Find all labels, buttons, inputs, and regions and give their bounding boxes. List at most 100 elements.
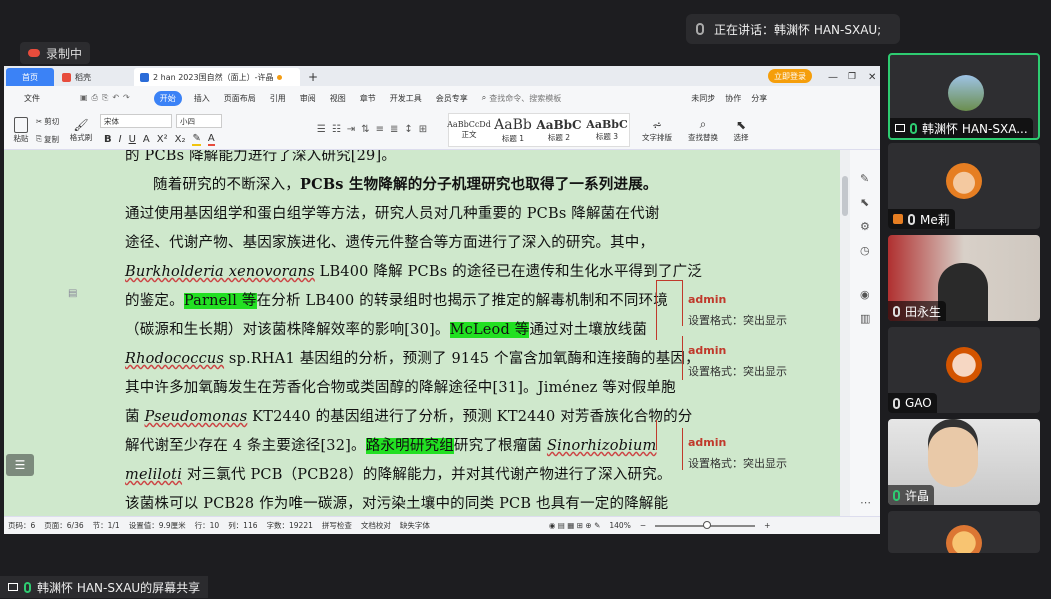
comment-author[interactable]: admin xyxy=(688,293,726,306)
document-page[interactable]: 的 PCBs 降解能力进行了深入研究[29]。 随着研究的不断深入，PCBs 生… xyxy=(112,150,762,516)
view-mode-icons[interactable]: ◉ ▤ ▦ ⊞ ⊕ ✎ xyxy=(549,521,601,530)
login-label: 立即登录 xyxy=(774,71,806,81)
bullets-icon: ☰ xyxy=(316,123,326,135)
user-badge-icon xyxy=(893,214,903,224)
more-icon[interactable]: ⋯ xyxy=(860,496,871,509)
tab-wps[interactable]: 稻壳 xyxy=(56,68,128,86)
zoom-slider[interactable] xyxy=(655,520,756,529)
style-heading2[interactable]: AaBbC 标题 2 xyxy=(536,118,581,143)
doc-line: 解代谢至少存在 4 条主要途径[32]。路永明研究组研究了根瘤菌 Sinorhi… xyxy=(125,434,656,455)
font-format-buttons[interactable]: B I U A X² X₂ ✎ A xyxy=(104,132,215,146)
zoom-in-button[interactable]: + xyxy=(764,521,770,530)
style-heading3[interactable]: AaBbC 标题 3 xyxy=(585,118,629,142)
scroll-thumb[interactable] xyxy=(842,176,848,216)
participant-name: GAO xyxy=(905,396,932,410)
style-normal[interactable]: AaBbCcDd 正文 xyxy=(447,120,491,140)
participant-name-tag: 田永生 xyxy=(888,301,947,321)
sync-status[interactable]: 未同步 xyxy=(691,93,715,104)
numbering-icon: ☷ xyxy=(331,123,341,135)
adjust-icon[interactable]: ⚙ xyxy=(860,220,870,233)
participant-tile[interactable]: Me莉 xyxy=(888,143,1040,229)
participant-tile[interactable]: GAO xyxy=(888,327,1040,413)
zoom-out-button[interactable]: − xyxy=(640,521,646,530)
doc-italic-text: meliloti xyxy=(125,467,183,483)
paragraph-buttons[interactable]: ☰ ☷ ⇥ ⇅ ≡ ≣ ↕ ⊞ xyxy=(302,114,442,144)
share-button[interactable]: 分享 xyxy=(751,93,767,104)
status-words[interactable]: 字数：19221 xyxy=(267,520,313,531)
collab-button[interactable]: 协作 xyxy=(725,93,741,104)
status-bar: 页码：6 页面：6/36 节：1/1 设置值：9.9厘米 行：10 列：116 … xyxy=(4,516,880,534)
menu-review[interactable]: 审阅 xyxy=(300,93,316,104)
zoom-level[interactable]: 140% xyxy=(609,521,630,530)
participant-name: Me莉 xyxy=(920,212,950,227)
style-heading1[interactable]: AaBb 标题 1 xyxy=(493,117,533,144)
missing-font-button[interactable]: 缺失字体 xyxy=(400,520,430,531)
paste-button[interactable]: 粘贴 xyxy=(10,114,32,146)
format-painter-button[interactable]: 🖌 格式刷 xyxy=(68,114,94,146)
meeting-screen-share: 录制中 正在讲话：韩渊怀 HAN-SXAU; 首页 稻壳 2 han 2023国… xyxy=(0,0,1051,599)
outline-toggle-button[interactable]: ☰ xyxy=(6,454,34,476)
status-section: 节：1/1 xyxy=(92,521,120,530)
tab-home[interactable]: 首页 xyxy=(6,68,54,86)
select-button[interactable]: ⬉ 选择 xyxy=(726,114,756,146)
zoom-slider-thumb[interactable] xyxy=(703,520,712,529)
menu-reference[interactable]: 引用 xyxy=(270,93,286,104)
doc-line-text: LB400 降解 PCBs 的途径已在遗传和生化水平得到了广泛 xyxy=(314,264,703,280)
menu-start[interactable]: 开始 xyxy=(153,90,182,106)
comment-connector xyxy=(656,280,682,281)
screen-share-label: 韩渊怀 HAN-SXAU的屏幕共享 xyxy=(0,576,209,598)
menu-chapter[interactable]: 章节 xyxy=(360,93,376,104)
pen-icon[interactable]: ✎ xyxy=(860,172,869,185)
command-search-input[interactable]: 查找命令、搜索模板 xyxy=(489,93,561,104)
history-icon[interactable]: ◷ xyxy=(860,244,870,257)
comment-author[interactable]: admin xyxy=(688,344,726,357)
menu-file[interactable]: 文件 xyxy=(24,93,40,104)
minimize-button[interactable]: — xyxy=(822,68,844,86)
pointer-icon[interactable]: ⬉ xyxy=(860,196,869,209)
spell-check-button[interactable]: 拼写检查 xyxy=(322,520,352,531)
tab-document[interactable]: 2 han 2023国自然（面上）-许晶 xyxy=(134,68,300,86)
status-pages[interactable]: 页面：6/36 xyxy=(44,520,83,531)
new-tab-button[interactable]: + xyxy=(302,68,324,86)
font-name-select[interactable]: 宋体 xyxy=(100,114,172,128)
doc-highlight-text: McLeod 等 xyxy=(449,322,530,338)
cut-button[interactable]: ✂ 剪切 xyxy=(36,114,59,128)
menu-insert[interactable]: 插入 xyxy=(194,93,210,104)
doc-line-text: KT2440 的基因组进行了分析，预测 KT2440 对芳香族化合物的分 xyxy=(247,409,693,425)
avatar xyxy=(948,75,984,111)
menu-view[interactable]: 视图 xyxy=(330,93,346,104)
vertical-scrollbar[interactable] xyxy=(840,150,850,516)
font-size-select[interactable]: 小四 xyxy=(176,114,222,128)
comment-text[interactable]: 设置格式：突出显示 xyxy=(688,312,787,328)
strike-icon: A xyxy=(142,133,150,145)
menu-member[interactable]: 会员专享 xyxy=(436,93,468,104)
tab-home-label: 首页 xyxy=(22,72,38,82)
doc-line: 随着研究的不断深入，PCBs 生物降解的分子机理研究也取得了一系列进展。 xyxy=(153,173,658,194)
page-marker-icon: ▤ xyxy=(68,288,78,299)
book-icon[interactable]: ▥ xyxy=(860,312,870,325)
status-col: 列：116 xyxy=(228,521,258,530)
text-layout-button[interactable]: ⩫ 文字排版 xyxy=(638,114,676,146)
find-replace-button[interactable]: ⌕ 查找替换 xyxy=(684,114,722,146)
paste-icon xyxy=(14,116,28,133)
close-button[interactable]: ✕ xyxy=(862,68,880,86)
status-page-num: 页码：6 xyxy=(8,521,36,530)
login-button[interactable]: 立即登录 xyxy=(768,69,812,83)
comment-text[interactable]: 设置格式：突出显示 xyxy=(688,455,787,471)
document-area[interactable]: 的 PCBs 降解能力进行了深入研究[29]。 随着研究的不断深入，PCBs 生… xyxy=(4,150,880,516)
menu-devtools[interactable]: 开发工具 xyxy=(390,93,422,104)
doc-line: 的鉴定。Parnell 等在分析 LB400 的转录组时也揭示了推定的解毒机制和… xyxy=(125,289,668,310)
participant-tile[interactable]: 韩渊怀 HAN-SXA... xyxy=(888,53,1040,140)
participant-tile[interactable] xyxy=(888,511,1040,553)
comment-author[interactable]: admin xyxy=(688,436,726,449)
highlight-icon: ✎ xyxy=(192,132,201,146)
participant-tile[interactable]: 许晶 xyxy=(888,419,1040,505)
participant-tile[interactable]: 田永生 xyxy=(888,235,1040,321)
proofread-button[interactable]: 文档校对 xyxy=(361,520,391,531)
map-pin-icon[interactable]: ◉ xyxy=(860,288,870,301)
comment-text[interactable]: 设置格式：突出显示 xyxy=(688,363,787,379)
copy-button[interactable]: ⎘ 复制 xyxy=(36,132,59,146)
screen-share-icon xyxy=(895,124,905,132)
maximize-button[interactable]: ❐ xyxy=(842,68,862,86)
menu-layout[interactable]: 页面布局 xyxy=(224,93,256,104)
